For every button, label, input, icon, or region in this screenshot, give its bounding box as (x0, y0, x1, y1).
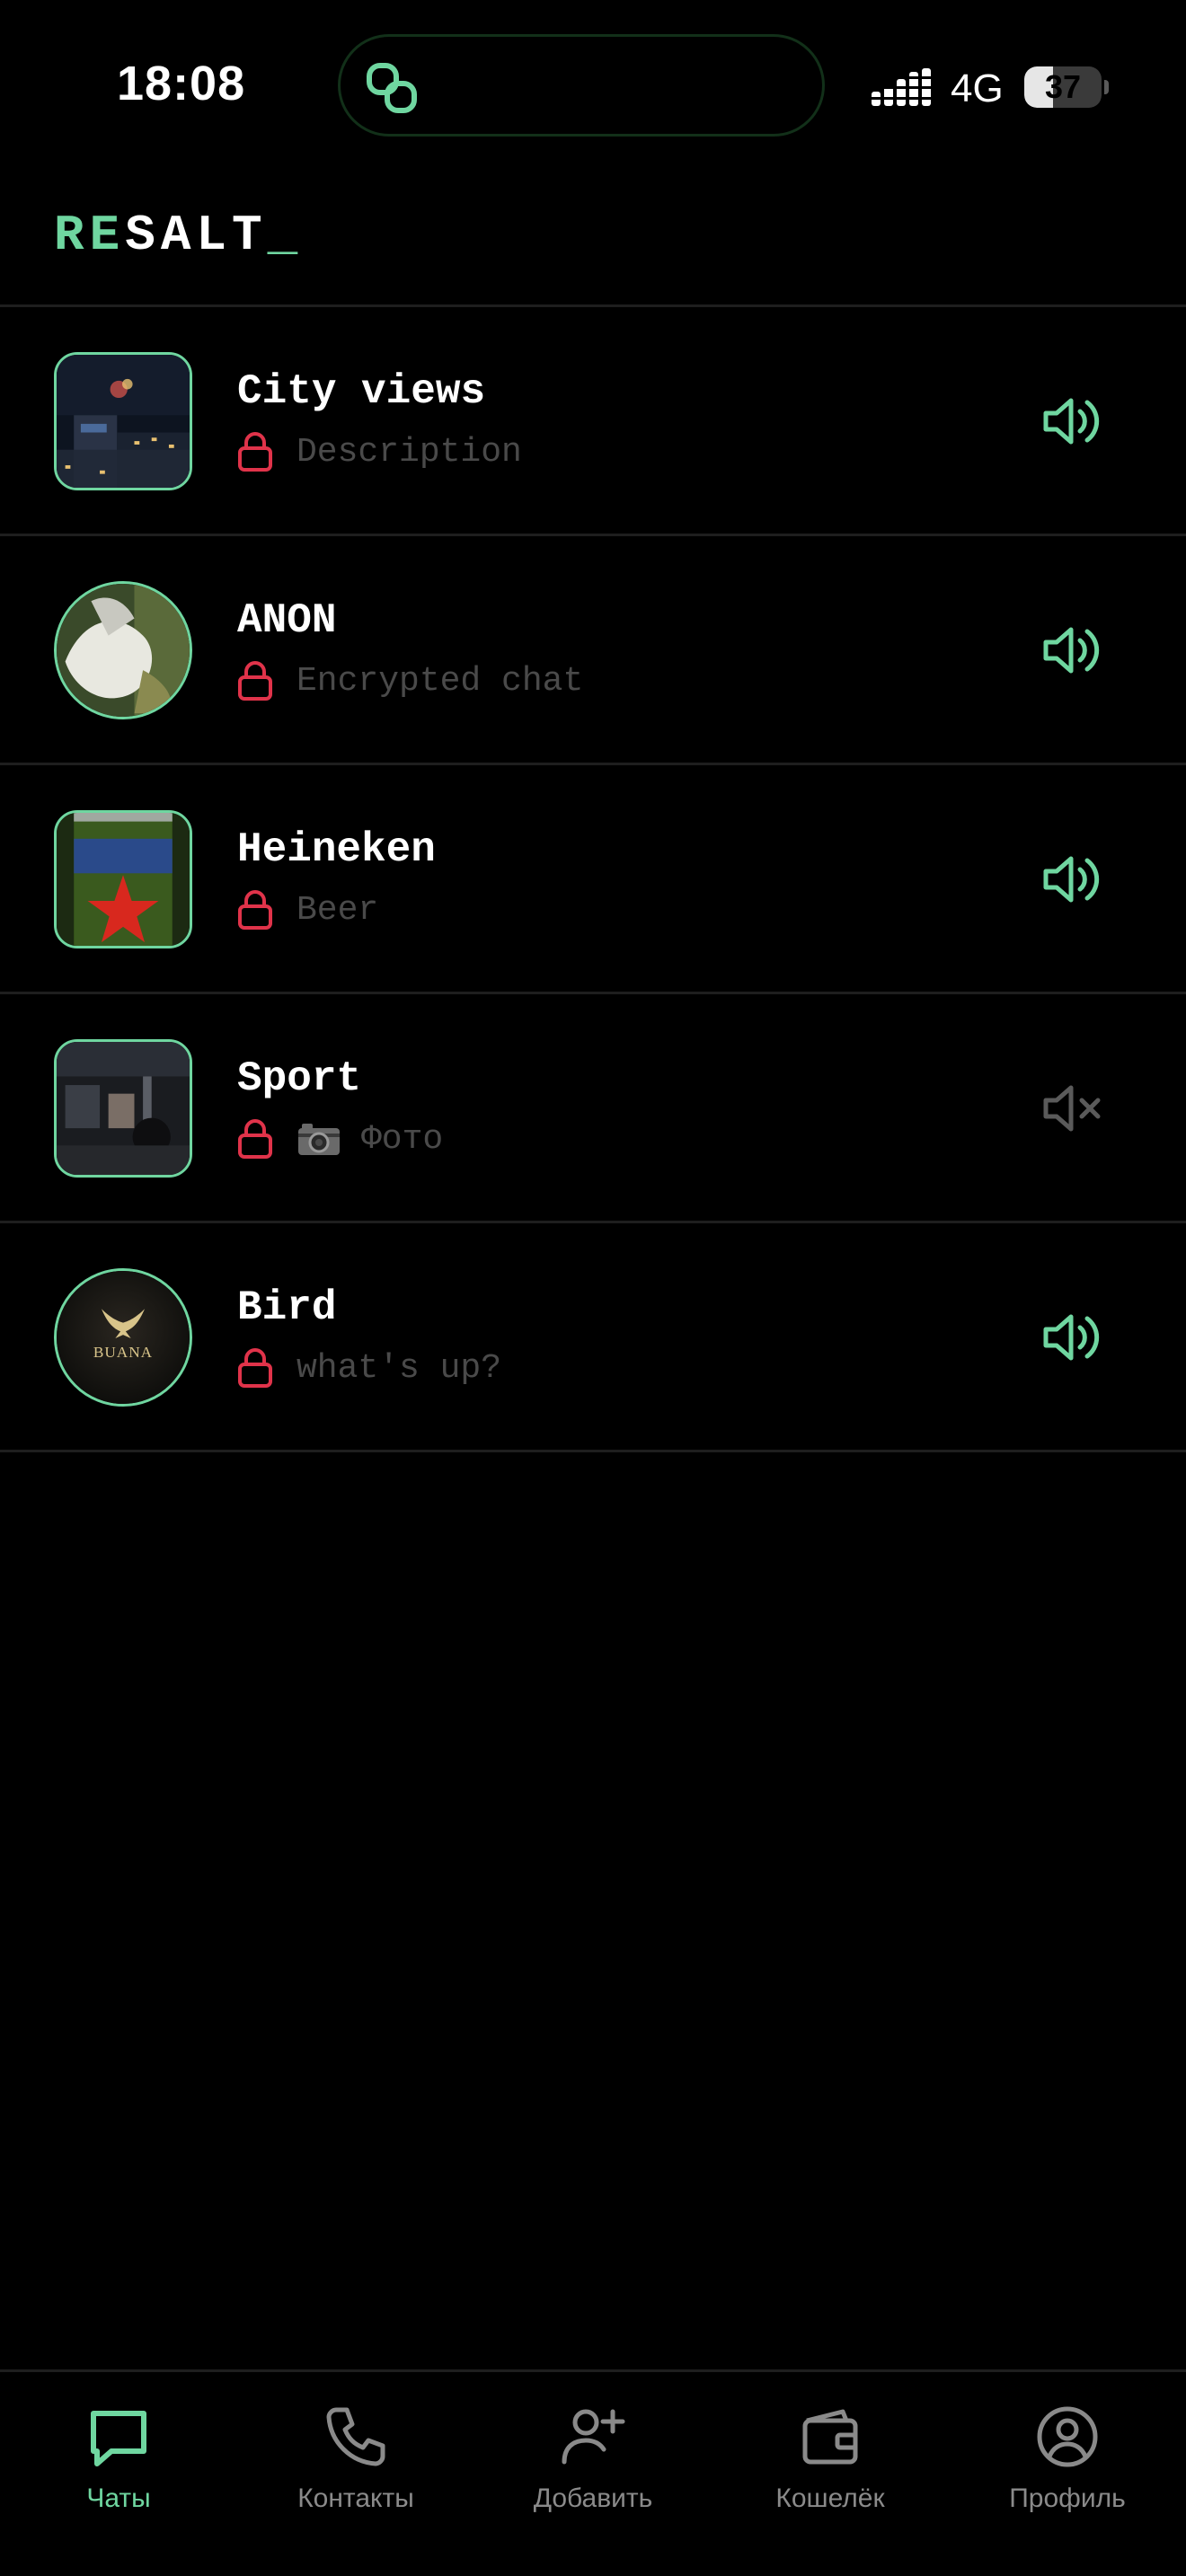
chat-preview: Encrypted chat (237, 658, 583, 703)
logo-accent: RE (54, 207, 126, 264)
chat-preview: what's up? (237, 1345, 501, 1390)
chat-avatar[interactable]: BUANA (54, 1268, 192, 1407)
battery-icon: 37 (1024, 66, 1102, 108)
link-icon (364, 60, 420, 116)
phone-icon (322, 2403, 390, 2471)
tab-label: Добавить (533, 2483, 653, 2513)
chat-preview: Фото (237, 1116, 443, 1161)
chat-preview-text: Фото (361, 1119, 444, 1159)
chat-preview-text: Beer (296, 890, 379, 930)
lock-icon (237, 661, 273, 701)
chat-avatar[interactable] (54, 810, 192, 948)
sound-on-icon[interactable] (1042, 851, 1102, 907)
chat-avatar[interactable] (54, 1039, 192, 1178)
battery-tip (1104, 80, 1109, 94)
chat-avatar[interactable] (54, 581, 192, 719)
network-type: 4G (951, 66, 1004, 110)
chat-title: ANON (237, 597, 337, 644)
chat-preview-text: what's up? (296, 1348, 502, 1388)
lock-icon (237, 890, 273, 930)
sound-on-icon[interactable] (1042, 1310, 1102, 1365)
logo-main: SALT (125, 207, 268, 264)
add-user-icon (559, 2403, 627, 2471)
chat-preview-text: Encrypted chat (296, 661, 584, 701)
wallet-icon (796, 2403, 864, 2471)
chat-preview-text: Description (296, 432, 522, 472)
tab-chats[interactable]: Чаты (0, 2403, 237, 2528)
status-bar: 18:08 4G 37 (0, 0, 1186, 171)
sound-on-icon[interactable] (1042, 622, 1102, 678)
chat-row[interactable]: Heineken Beer (0, 765, 1186, 994)
avatar-brand-text: BUANA (93, 1344, 153, 1361)
tab-label: Контакты (297, 2483, 414, 2513)
sound-muted-icon[interactable] (1042, 1081, 1102, 1136)
chat-row[interactable]: Sport Фото (0, 994, 1186, 1223)
chat-avatar[interactable] (54, 352, 192, 490)
status-time: 18:08 (117, 57, 246, 110)
chat-row[interactable]: ANON Encrypted chat (0, 536, 1186, 765)
chat-list: City views Description ANON Encrypted ch… (0, 307, 1186, 1452)
app-header: RESALT_ (0, 171, 1186, 307)
lock-icon (237, 1348, 273, 1388)
chat-preview: Description (237, 429, 522, 474)
chat-title: Heineken (237, 826, 436, 873)
chat-title: Bird (237, 1284, 337, 1331)
tab-label: Профиль (1009, 2483, 1126, 2513)
profile-icon (1033, 2403, 1102, 2471)
sound-on-icon[interactable] (1042, 393, 1102, 449)
battery-level: 37 (1044, 68, 1082, 105)
lock-icon (237, 432, 273, 472)
camera-icon (296, 1121, 341, 1157)
signal-icon (872, 68, 933, 106)
dynamic-island (338, 34, 825, 137)
lock-icon (237, 1119, 273, 1159)
chat-row[interactable]: BUANA Bird what's up? (0, 1223, 1186, 1452)
tab-add[interactable]: Добавить (474, 2403, 712, 2528)
app-logo: RESALT_ (54, 207, 303, 264)
chat-row[interactable]: City views Description (0, 307, 1186, 536)
chat-preview: Beer (237, 887, 378, 932)
chat-bubble-icon (84, 2403, 153, 2471)
tab-profile[interactable]: Профиль (949, 2403, 1186, 2528)
chat-title: Sport (237, 1055, 362, 1102)
tab-contacts[interactable]: Контакты (237, 2403, 474, 2528)
tab-wallet[interactable]: Кошелёк (712, 2403, 949, 2528)
tab-label: Чаты (86, 2483, 151, 2513)
chat-title: City views (237, 368, 486, 415)
logo-cursor: _ (267, 207, 304, 264)
tab-bar: Чаты Контакты Добавить Кошелёк Профиль (0, 2369, 1186, 2576)
tab-label: Кошелёк (775, 2483, 885, 2513)
